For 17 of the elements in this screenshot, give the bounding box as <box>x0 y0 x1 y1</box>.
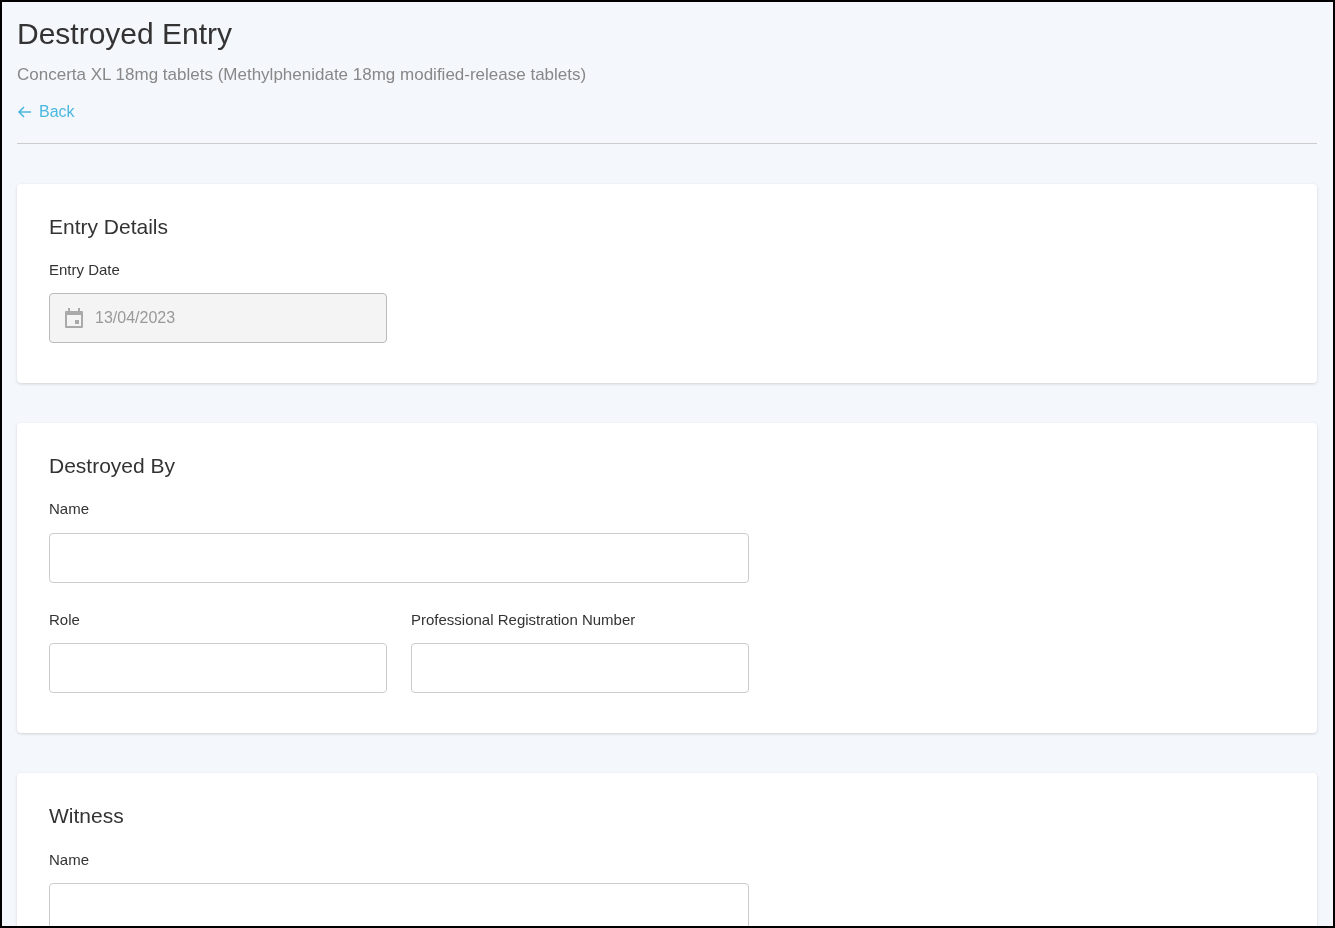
input-field[interactable] <box>49 643 387 694</box>
calendar-icon <box>65 308 83 329</box>
field-label: Entry Date <box>49 259 121 280</box>
field-label: Name <box>49 499 90 520</box>
back-link[interactable]: Back <box>17 99 75 124</box>
section-title: Witness <box>49 803 125 829</box>
section-title: Entry Details <box>49 213 170 239</box>
input-field[interactable] <box>49 532 749 583</box>
arrow-left-icon <box>17 103 33 120</box>
input-field[interactable] <box>49 883 749 926</box>
input-field[interactable] <box>411 643 749 694</box>
field-label: Name <box>49 849 90 870</box>
field-label: Professional Registration Number <box>411 609 637 630</box>
field-label: Role <box>49 609 81 630</box>
section-title: Destroyed By <box>49 453 177 479</box>
page-title: Destroyed Entry <box>17 16 234 52</box>
page-subtitle: Concerta XL 18mg tablets (Methylphenidate 18mg modified-release tablets) <box>17 64 588 86</box>
